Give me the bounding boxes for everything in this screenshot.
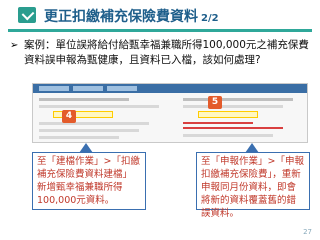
callout-4-text: 至「建檔作業」>「扣繳補充保險費資料建檔」新增甄幸福兼職所得100,000元資料… [37, 156, 140, 206]
step-4-badge: 4 [62, 110, 76, 123]
page-number: 27 [303, 228, 312, 236]
page-indicator: 2/2 [201, 13, 219, 24]
screenshot-row [39, 105, 159, 108]
callout-5: 至「申報作業」>「申報扣繳補充保險費」，重新申報同月份資料，即會將新的資料覆蓋舊… [196, 152, 310, 219]
screenshot-highlight [198, 111, 258, 118]
case-question-text: 案例：單位誤將給付給甄幸福兼職所得100,000元之補充保費資料誤申報為甄健康，… [24, 39, 309, 66]
checkmark-icon [18, 7, 36, 23]
title-bar: 更正扣繳補充保險費資料 2/2 [0, 0, 320, 32]
callout-5-text: 至「申報作業」>「申報扣繳補充保險費」，重新申報同月份資料，即會將新的資料覆蓋舊… [201, 156, 304, 219]
screenshot-row [183, 105, 283, 108]
screenshot-row [39, 98, 129, 101]
screenshot-row [39, 129, 139, 132]
case-question: ➢ 案例：單位誤將給付給甄幸福兼職所得100,000元之補充保費資料誤申報為甄健… [10, 38, 314, 68]
screenshot-warning-line [183, 127, 283, 129]
title-rule [8, 29, 312, 32]
arrow-bullet-icon: ➢ [10, 40, 19, 51]
screenshot-tab [73, 86, 103, 91]
slide-title: 更正扣繳補充保險費資料 2/2 [44, 6, 219, 26]
step-5-badge: 5 [208, 96, 222, 109]
screenshot-row [183, 134, 273, 137]
screenshot-row [39, 136, 119, 139]
screenshot-row [39, 122, 149, 125]
screenshot-tab [107, 86, 137, 91]
screenshot-tab [39, 86, 69, 91]
slide-title-text: 更正扣繳補充保險費資料 [44, 9, 198, 25]
screenshot-warning-line [183, 122, 253, 124]
callout-4: 至「建檔作業」>「扣繳補充保險費資料建檔」新增甄幸福兼職所得100,000元資料… [32, 152, 146, 210]
screenshot-row [183, 98, 293, 101]
